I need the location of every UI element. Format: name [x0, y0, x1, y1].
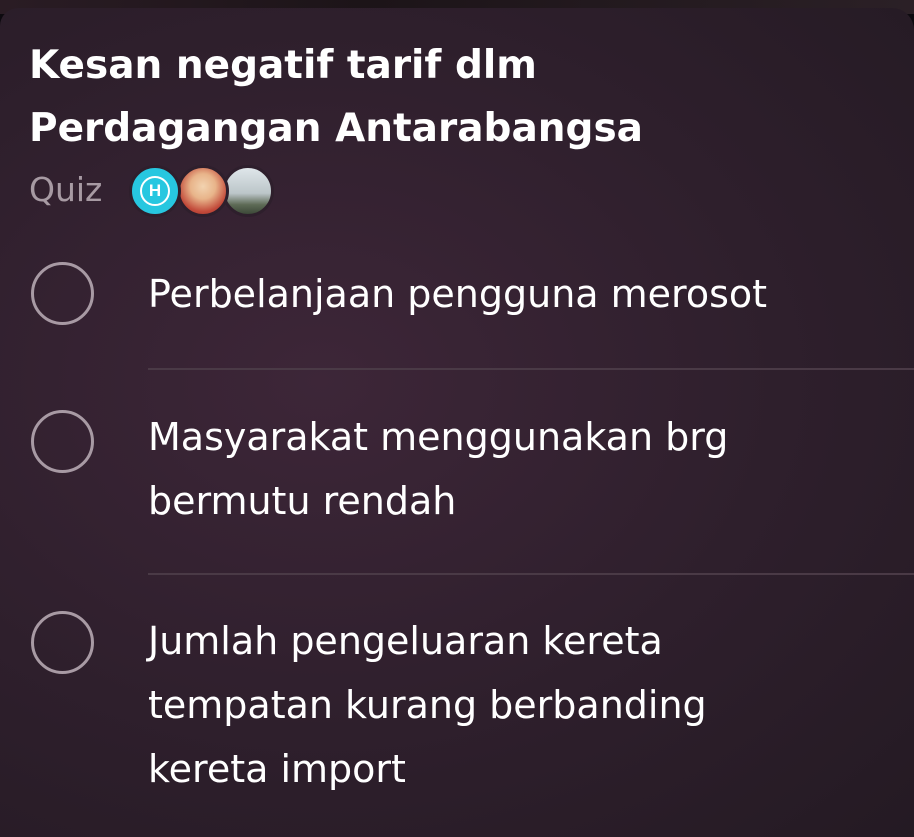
radio-button[interactable]	[31, 262, 94, 325]
radio-button[interactable]	[31, 611, 94, 674]
answer-option-label[interactable]: Masyarakat menggunakan brg bermutu renda…	[148, 405, 908, 533]
answer-option-label[interactable]: Perbelanjaan pengguna merosot	[148, 262, 908, 326]
answer-option-label[interactable]: Jumlah pengeluaran kereta tempatan kuran…	[148, 609, 908, 801]
participant-avatar-3[interactable]	[222, 165, 274, 217]
option-text-line: Jumlah pengeluaran kereta	[148, 619, 663, 663]
participant-avatar-2[interactable]	[177, 165, 229, 217]
avatar-initial: H	[148, 181, 162, 200]
quiz-title-line-1: Kesan negatif tarif dlm	[29, 43, 537, 88]
quiz-title-line-2: Perdagangan Antarabangsa	[29, 106, 643, 151]
option-text-line: Masyarakat menggunakan brg	[148, 415, 729, 459]
option-text-line: bermutu rendah	[148, 479, 457, 523]
quiz-card: Kesan negatif tarif dlm Perdagangan Anta…	[0, 8, 914, 837]
option-text-line: tempatan kurang berbanding	[148, 683, 707, 727]
quiz-title: Kesan negatif tarif dlm Perdagangan Anta…	[29, 34, 889, 160]
radio-button[interactable]	[31, 410, 94, 473]
option-text-line: Perbelanjaan pengguna merosot	[148, 272, 768, 316]
quiz-type-label: Quiz	[29, 170, 103, 209]
option-divider	[148, 573, 914, 575]
participant-avatar-h[interactable]: H	[129, 165, 181, 217]
option-text-line: kereta import	[148, 747, 406, 791]
option-divider	[148, 368, 914, 370]
